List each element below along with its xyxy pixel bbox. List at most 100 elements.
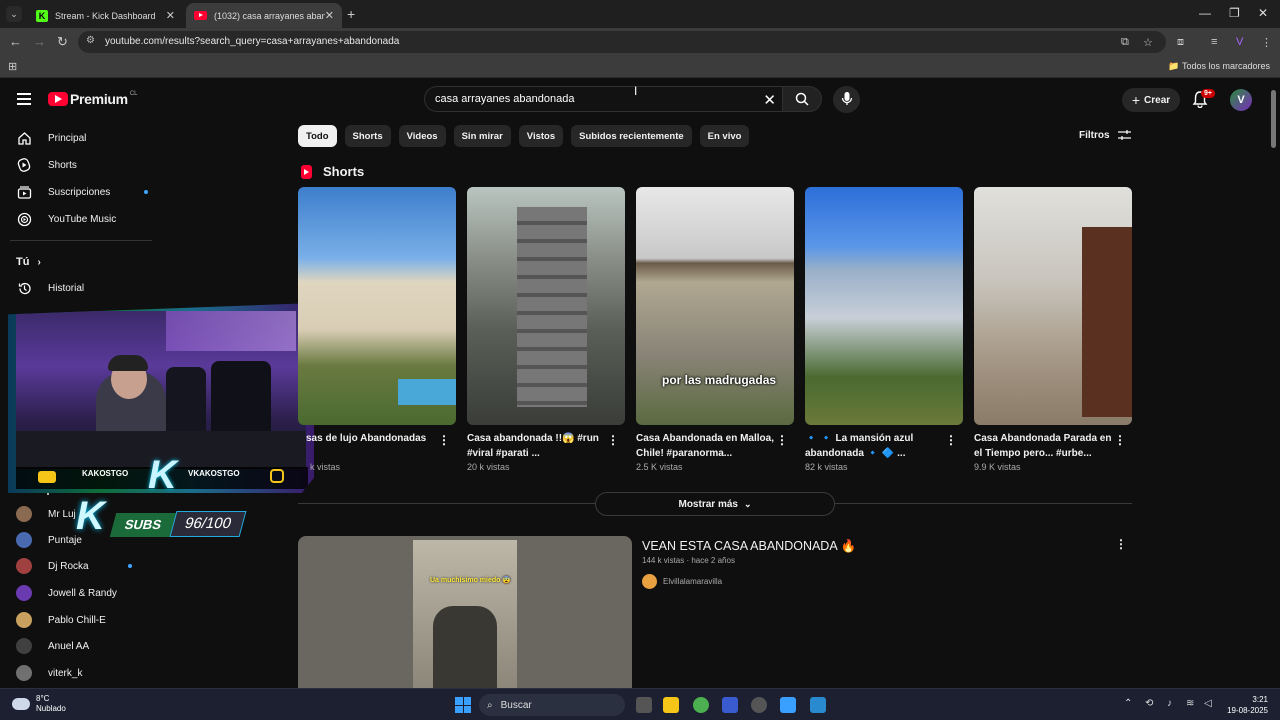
more-options-icon[interactable]: ⋮ (607, 433, 619, 447)
clear-search-icon[interactable]: ✕ (763, 91, 776, 109)
media-controls-icon[interactable]: ≡ (1211, 36, 1217, 48)
system-clock[interactable]: 3:21 19-08-2025 (1224, 694, 1268, 716)
subscriptions-icon (16, 184, 32, 200)
youtube-premium-logo[interactable]: Premium CL (48, 91, 137, 107)
short-thumbnail[interactable] (805, 187, 963, 425)
menu-kebab-icon[interactable]: ⋮ (1261, 36, 1272, 49)
reload-button[interactable]: ↻ (57, 34, 68, 50)
extensions-icon[interactable]: ⧈ (1177, 36, 1184, 49)
file-explorer-icon[interactable] (663, 697, 679, 713)
tab-youtube-search[interactable]: (1032) casa arrayanes abandona ✕ (186, 3, 342, 28)
sidebar-item-principal[interactable]: Principal (16, 128, 86, 148)
cast-icon[interactable]: ⧉ (1121, 36, 1129, 49)
short-card[interactable]: Casa Abandonada Parada en el Tiempo pero… (974, 187, 1132, 472)
video-thumbnail[interactable]: Ua muchísimo miedo 😨 (298, 536, 632, 696)
show-more-button[interactable]: Mostrar más ⌄ (595, 492, 835, 516)
text-cursor-icon: I (634, 84, 638, 98)
chip-todo[interactable]: Todo (298, 125, 337, 147)
short-card[interactable]: 🔹 🔹 La mansión azul abandonada 🔹 🔷 ... 8… (805, 187, 963, 472)
chip-vistos[interactable]: Vistos (518, 125, 564, 147)
taskbar-search[interactable]: ⌕ Buscar (479, 694, 625, 716)
sidebar-subscription-item[interactable]: Anuel AA (16, 636, 89, 656)
short-title[interactable]: Casa Abandonada Parada en el Tiempo pero… (974, 431, 1114, 461)
wifi-icon[interactable]: ≋ (1186, 698, 1194, 709)
chip-subidos-recientemente[interactable]: Subidos recientemente (571, 125, 692, 147)
sidebar-item-youtube-music[interactable]: YouTube Music (16, 209, 116, 229)
short-thumbnail[interactable] (467, 187, 625, 425)
apps-grid-icon[interactable]: ⊞ (8, 60, 17, 73)
more-options-icon[interactable]: ⋮ (945, 433, 957, 447)
chrome-icon[interactable] (693, 697, 709, 713)
chip-sin-mirar[interactable]: Sin mirar (453, 125, 511, 147)
video-thumbnail-caption: Ua muchísimo miedo 😨 (430, 577, 512, 584)
app-icon[interactable] (810, 697, 826, 713)
account-avatar[interactable]: V (1230, 89, 1252, 111)
page-scrollbar[interactable] (1271, 90, 1276, 148)
sidebar-item-shorts[interactable]: Shorts (16, 155, 77, 175)
create-button[interactable]: + Crear (1122, 88, 1180, 112)
microsoft-store-icon[interactable] (780, 697, 796, 713)
more-options-icon[interactable]: ⋮ (1114, 433, 1126, 447)
hamburger-menu-icon[interactable] (17, 93, 31, 108)
network-icon[interactable]: ⟲ (1145, 698, 1153, 709)
chevron-up-icon[interactable]: ⌃ (1124, 698, 1132, 709)
tab-kick-dashboard[interactable]: K Stream - Kick Dashboard ✕ (28, 3, 183, 28)
voice-search-button[interactable] (833, 86, 860, 113)
task-view-icon[interactable] (636, 697, 652, 713)
short-thumbnail[interactable]: por las madrugadas (636, 187, 794, 425)
short-thumbnail[interactable] (298, 187, 456, 425)
more-options-icon[interactable]: ⋮ (1115, 537, 1127, 551)
video-result[interactable]: Ua muchísimo miedo 😨 (298, 536, 632, 696)
short-title[interactable]: Casa abandonada !!😱 #run #viral #parati … (467, 431, 607, 461)
profile-icon[interactable]: V (1236, 36, 1243, 48)
short-card[interactable]: Casa abandonada !!😱 #run #viral #parati … (467, 187, 625, 472)
restore-button[interactable]: ❐ (1229, 6, 1240, 20)
sidebar-subscription-item[interactable]: viterk_k (16, 663, 82, 683)
obs-icon[interactable] (751, 697, 767, 713)
microphone-icon[interactable]: ♪ (1167, 698, 1172, 709)
more-options-icon[interactable]: ⋮ (776, 433, 788, 447)
more-options-icon[interactable]: ⋮ (438, 433, 450, 447)
video-title[interactable]: VEAN ESTA CASA ABANDONADA 🔥 (642, 539, 856, 554)
bookmark-star-icon[interactable]: ☆ (1143, 36, 1153, 49)
omnibox[interactable]: ⚙ youtube.com/results?search_query=casa+… (78, 31, 1166, 53)
sidebar-you-header[interactable]: Tú › (16, 252, 41, 272)
new-tab-button[interactable]: + (347, 6, 355, 22)
sidebar-subscription-item[interactable]: Puntaje (16, 530, 82, 550)
search-input[interactable] (435, 93, 755, 105)
windows-start-icon[interactable] (455, 697, 471, 713)
sidebar-subscription-item[interactable]: Mr Luj (16, 504, 76, 524)
video-channel[interactable]: Elvillalamaravilla (642, 574, 722, 589)
search-box[interactable]: ✕ (424, 86, 786, 112)
short-card[interactable]: sas de lujo Abandonadas k vistas ⋮ (298, 187, 456, 472)
search-button[interactable] (782, 86, 822, 112)
chip-videos[interactable]: Videos (398, 125, 446, 147)
discord-icon[interactable] (722, 697, 738, 713)
close-tab-icon[interactable]: ✕ (325, 9, 334, 22)
sidebar-subscription-item[interactable]: Jowell & Randy (16, 583, 117, 603)
tab-search-dropdown[interactable]: ⌄ (6, 6, 22, 22)
shorts-icon (16, 157, 32, 173)
sidebar-item-suscripciones[interactable]: Suscripciones (16, 182, 148, 202)
minimize-button[interactable]: — (1199, 6, 1211, 20)
short-card[interactable]: por las madrugadas Casa Abandonada en Ma… (636, 187, 794, 472)
chip-shorts[interactable]: Shorts (344, 125, 391, 147)
back-button[interactable]: ← (9, 34, 22, 49)
site-info-icon[interactable]: ⚙ (86, 35, 95, 46)
short-thumbnail[interactable] (974, 187, 1132, 425)
sidebar-item-historial[interactable]: Historial (16, 278, 84, 298)
weather-widget[interactable]: 8°C Nublado (12, 694, 66, 714)
chip-en-vivo[interactable]: En vivo (699, 125, 750, 147)
volume-icon[interactable]: ◁ (1204, 698, 1212, 709)
webcam-feed (16, 311, 306, 469)
short-title[interactable]: 🔹 🔹 La mansión azul abandonada 🔹 🔷 ... (805, 431, 945, 461)
sidebar-subscription-item[interactable]: Dj Rocka (16, 556, 156, 576)
filters-button[interactable]: Filtros (1079, 130, 1132, 141)
short-title[interactable]: sas de lujo Abandonadas (298, 431, 438, 461)
close-window-button[interactable]: ✕ (1258, 6, 1268, 20)
forward-button[interactable]: → (33, 34, 46, 49)
close-tab-icon[interactable]: ✕ (166, 9, 175, 22)
sidebar-subscription-item[interactable]: Pablo Chill-E (16, 610, 106, 630)
short-title[interactable]: Casa Abandonada en Malloa, Chile! #paran… (636, 431, 776, 461)
all-bookmarks-link[interactable]: 📁 Todos los marcadores (1168, 61, 1270, 72)
